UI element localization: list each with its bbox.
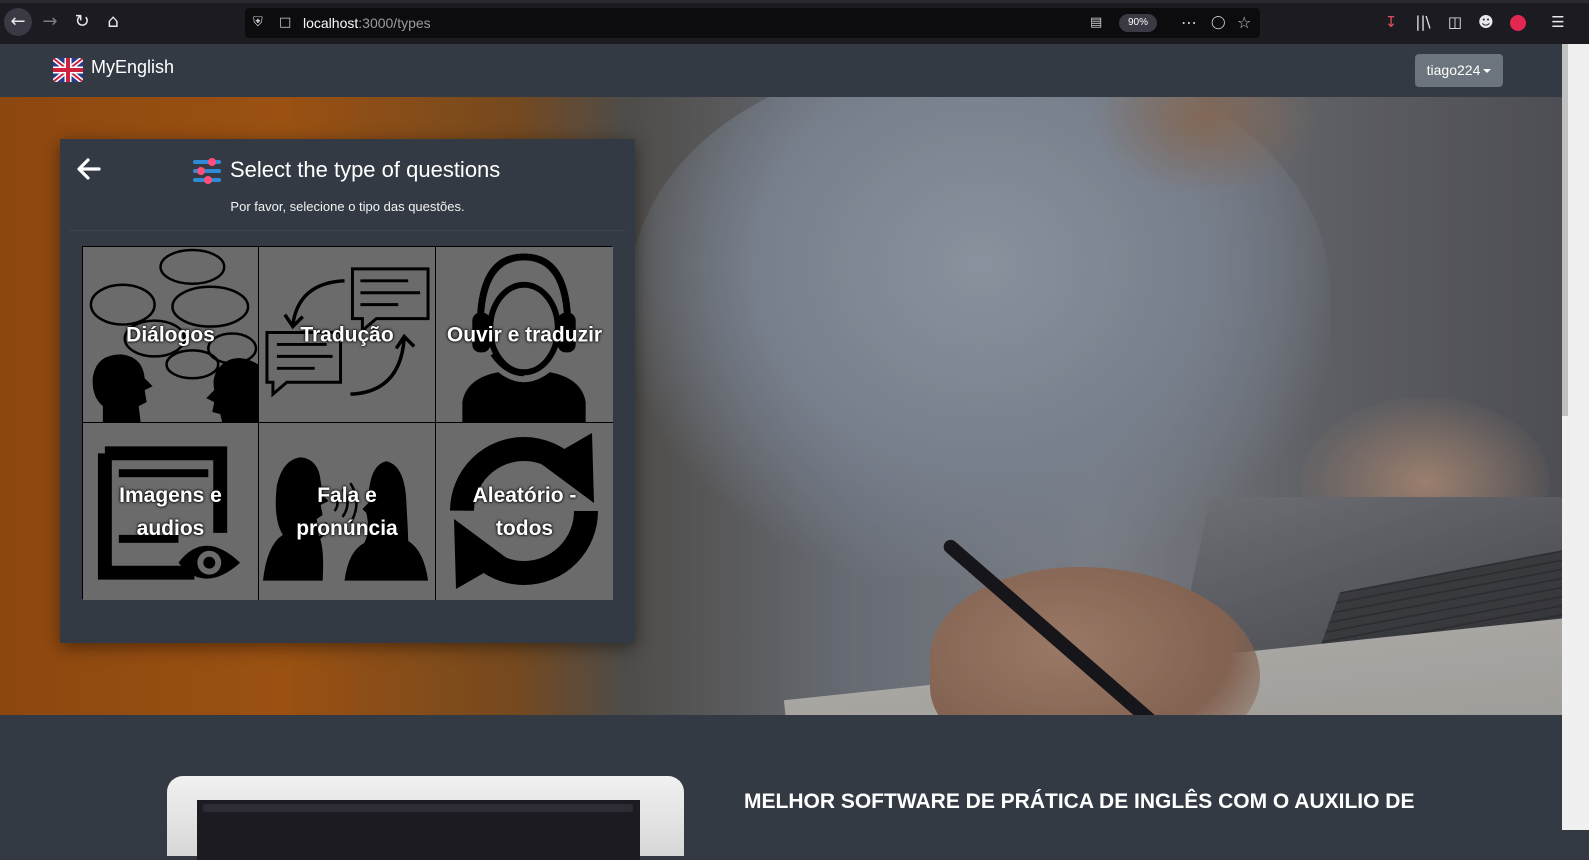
tile-ouvir-traduzir[interactable]: Ouvir e traduzir xyxy=(436,247,613,423)
url-host: localhost xyxy=(303,15,359,31)
forward-arrow-icon[interactable]: → xyxy=(36,8,64,36)
tile-dialogos[interactable]: Diálogos xyxy=(83,247,259,423)
question-type-card: Select the type of questions Por favor, … xyxy=(60,139,635,643)
page-scrollbar[interactable] xyxy=(1562,44,1589,830)
more-icon[interactable]: ⋯ xyxy=(1181,8,1197,38)
user-name: tiago224 xyxy=(1426,62,1481,78)
shield-icon[interactable]: ⛨ xyxy=(253,8,263,38)
user-menu-button[interactable]: tiago224 xyxy=(1415,54,1503,87)
tile-label: Diálogos xyxy=(126,323,215,346)
scrollbar-thumb[interactable] xyxy=(1562,44,1568,416)
tile-fala-pronuncia[interactable]: Fala e pronúncia xyxy=(259,423,436,600)
tile-imagens-audios[interactable]: Imagens e audios xyxy=(83,423,259,600)
features-section: MELHOR SOFTWARE DE PRÁTICA DE INGLÊS COM… xyxy=(0,715,1562,860)
tile-label: Ouvir e traduzir xyxy=(446,323,603,346)
account-icon[interactable]: ☻ xyxy=(1473,8,1499,36)
reload-icon[interactable]: ↻ xyxy=(68,8,96,36)
mockup-screen xyxy=(197,800,640,860)
tile-traducao[interactable]: Tradução xyxy=(259,247,436,423)
tile-aleatorio[interactable]: Aleatório - todos xyxy=(436,423,613,600)
tile-label: Fala e pronúncia xyxy=(296,483,398,540)
page-icon: □ xyxy=(279,15,292,30)
tile-label: Imagens e audios xyxy=(119,483,222,540)
brand-name[interactable]: MyEnglish xyxy=(91,57,174,78)
url-path: :3000/types xyxy=(358,15,431,31)
menu-icon[interactable]: ☰ xyxy=(1545,8,1571,36)
question-type-grid: Diálogos Tradução Ouvir e traduzir Image… xyxy=(82,246,613,600)
bookmark-star-icon[interactable]: ☆ xyxy=(1237,8,1251,38)
sidebar-icon[interactable]: ◫ xyxy=(1442,8,1468,36)
reader-view-icon[interactable]: ▤ xyxy=(1090,8,1102,38)
card-title: Select the type of questions xyxy=(230,157,501,182)
card-subtitle: Por favor, selecione o tipo das questões… xyxy=(230,199,465,214)
back-arrow-icon[interactable] xyxy=(75,155,103,183)
sliders-icon xyxy=(193,158,221,184)
download-icon[interactable]: ↧ xyxy=(1378,8,1404,36)
zoom-level[interactable]: 90% xyxy=(1119,14,1157,32)
browser-toolbar: ← → ↻ ⌂ ⛨ □ localhost:3000/types ▤ 90% ⋯… xyxy=(0,0,1589,44)
mockup-browser-bar xyxy=(203,804,633,812)
home-icon[interactable]: ⌂ xyxy=(99,8,127,36)
chevron-down-icon xyxy=(1483,69,1492,74)
site-navbar: MyEnglish tiago224 xyxy=(0,44,1562,97)
extension-icon[interactable] xyxy=(1505,8,1531,36)
url-text[interactable]: localhost:3000/types xyxy=(303,8,431,38)
tile-label: Aleatório - todos xyxy=(472,483,577,540)
pocket-icon[interactable]: ◯ xyxy=(1211,8,1226,38)
tile-label: Tradução xyxy=(300,323,394,346)
laptop-mockup-image xyxy=(167,776,684,860)
section-heading: MELHOR SOFTWARE DE PRÁTICA DE INGLÊS COM… xyxy=(744,790,1415,813)
library-icon[interactable]: ||\ xyxy=(1410,8,1436,36)
divider xyxy=(70,230,625,231)
tab-strip xyxy=(0,0,1589,3)
uk-flag-icon[interactable] xyxy=(53,58,83,82)
address-bar[interactable]: ⛨ □ localhost:3000/types ▤ 90% ⋯ ◯ ☆ xyxy=(245,8,1260,38)
back-arrow-icon[interactable]: ← xyxy=(4,8,32,36)
